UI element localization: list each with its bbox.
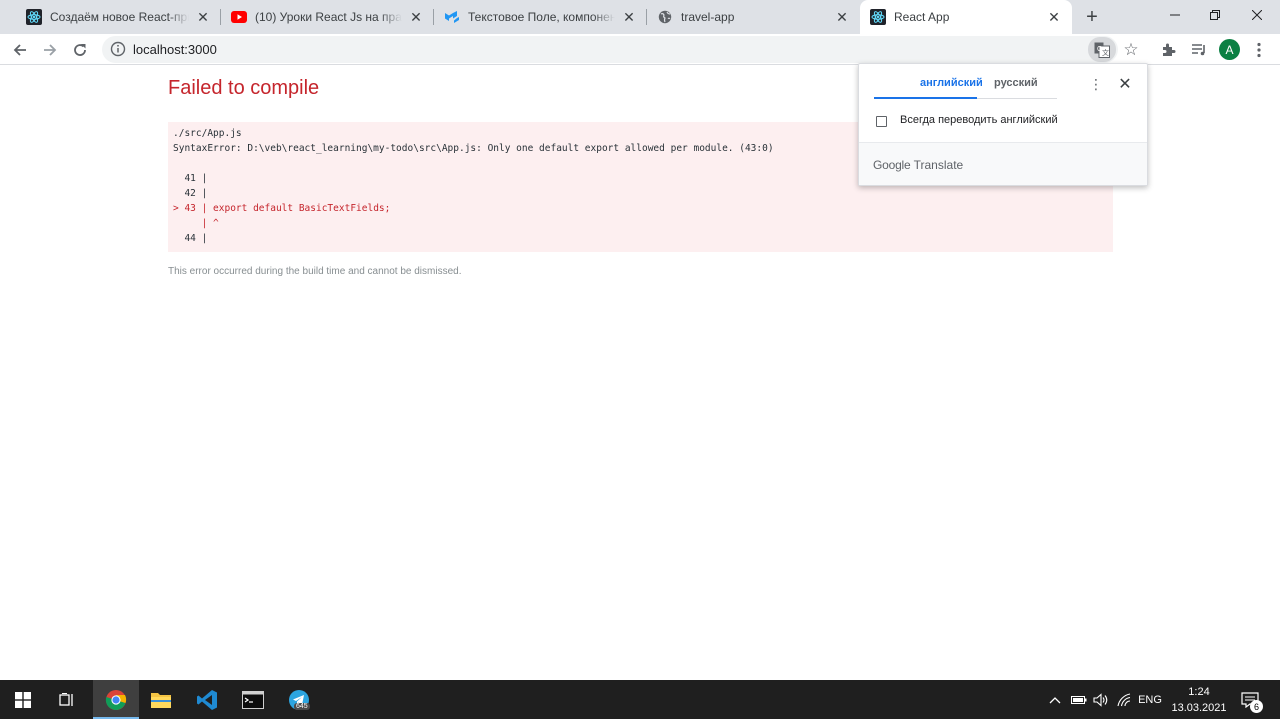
tab-title: travel-app — [681, 10, 735, 24]
clock-date: 13.03.2021 — [1171, 702, 1227, 714]
code-line-highlighted: > 43 | export default BasicTextFields; — [173, 201, 1108, 216]
react-docs-icon — [26, 9, 42, 25]
extensions-puzzle-icon[interactable] — [1158, 39, 1180, 61]
reload-button[interactable] — [66, 36, 94, 64]
restore-button[interactable] — [1192, 0, 1238, 30]
line-code: export default BasicTextFields; — [213, 203, 391, 214]
tab-title: Создаём новое React-прилож — [50, 10, 189, 24]
restore-icon — [1210, 10, 1220, 20]
line-gutter: 41 | — [173, 173, 214, 184]
close-tab-icon[interactable]: ✕ — [195, 9, 211, 25]
line-gutter: 42 | — [173, 188, 214, 199]
tab-material-ui[interactable]: Текстовое Поле, компонент R ✕ — [434, 0, 647, 34]
youtube-icon — [231, 9, 247, 25]
taskbar-terminal[interactable] — [230, 680, 276, 719]
clock[interactable]: 1:24 13.03.2021 — [1168, 684, 1230, 716]
windows-taskbar: 645 ENG 1:24 13.03.2021 6 — [0, 680, 1280, 719]
battery-icon[interactable] — [1068, 680, 1090, 719]
taskbar-file-explorer[interactable] — [138, 680, 184, 719]
show-hidden-icons-chevron-up-icon[interactable] — [1046, 680, 1064, 719]
media-queue-icon[interactable] — [1188, 39, 1210, 61]
tab-strip: Создаём новое React-прилож ✕ (10) Уроки … — [0, 0, 1280, 34]
code-line: 42 | — [173, 186, 1108, 201]
translate-popup: английский русский ⋮ ✕ Всегда переводить… — [858, 63, 1148, 186]
minimize-icon — [1170, 14, 1180, 16]
tab-target-language[interactable]: русский — [994, 77, 1038, 89]
more-options-icon[interactable]: ⋮ — [1089, 76, 1103, 92]
tab-react-docs[interactable]: Создаём новое React-прилож ✕ — [8, 0, 221, 34]
tab-divider — [977, 98, 1057, 99]
arrow-right-icon — [44, 44, 57, 56]
tab-title: React App — [894, 10, 950, 24]
code-line-caret: | ^ — [173, 216, 1108, 231]
brand-google: Google — [873, 158, 911, 172]
translate-icon: G文 — [1094, 42, 1110, 58]
translate-page-button[interactable]: G文 — [1088, 37, 1116, 62]
globe-icon — [657, 9, 673, 25]
task-view-button[interactable] — [44, 680, 90, 719]
menu-kebab-icon[interactable] — [1248, 39, 1270, 61]
material-ui-icon — [444, 9, 460, 25]
bookmark-star-icon[interactable]: ☆ — [1121, 40, 1141, 60]
forward-button[interactable] — [36, 36, 64, 64]
chrome-icon — [105, 689, 127, 710]
notification-count-badge: 6 — [1250, 700, 1263, 713]
react-icon — [870, 9, 886, 25]
telegram-unread-badge: 645 — [294, 703, 310, 710]
wifi-icon[interactable] — [1114, 680, 1136, 719]
start-button[interactable] — [0, 680, 46, 719]
svg-text:文: 文 — [1102, 48, 1109, 57]
always-translate-checkbox[interactable] — [876, 116, 887, 127]
task-view-icon — [59, 692, 73, 706]
code-line: 44 | — [173, 231, 1108, 246]
google-translate-brand: Google Translate — [873, 158, 963, 172]
address-bar[interactable]: localhost:3000 G文 — [102, 36, 1118, 63]
tab-react-app[interactable]: React App ✕ — [860, 0, 1072, 34]
active-tab-underline — [874, 97, 977, 99]
info-icon[interactable] — [110, 41, 126, 57]
volume-icon[interactable] — [1090, 680, 1112, 719]
error-title: Failed to compile — [168, 77, 320, 99]
close-window-button[interactable] — [1234, 0, 1280, 30]
tab-youtube[interactable]: (10) Уроки React Js на практи ✕ — [221, 0, 434, 34]
file-explorer-icon — [151, 692, 171, 708]
always-translate-label[interactable]: Всегда переводить английский — [900, 114, 1058, 126]
line-gutter: > 43 | — [173, 203, 214, 214]
vscode-icon — [197, 689, 217, 710]
close-tab-icon[interactable]: ✕ — [1046, 9, 1062, 25]
line-gutter: 44 | — [173, 233, 214, 244]
input-language[interactable]: ENG — [1137, 680, 1163, 719]
error-note: This error occurred during the build tim… — [168, 266, 462, 277]
new-tab-button[interactable]: + — [1080, 5, 1104, 29]
brand-translate: Translate — [913, 158, 964, 172]
url-text[interactable]: localhost:3000 — [133, 42, 217, 57]
reload-icon — [74, 44, 86, 56]
close-popup-icon[interactable]: ✕ — [1116, 75, 1134, 93]
tab-source-language[interactable]: английский — [920, 77, 983, 89]
terminal-icon — [242, 690, 264, 709]
popup-footer: Google Translate — [859, 143, 1147, 185]
windows-logo-icon — [15, 691, 31, 708]
close-tab-icon[interactable]: ✕ — [408, 9, 424, 25]
close-icon — [1252, 10, 1262, 20]
taskbar-vscode[interactable] — [184, 680, 230, 719]
action-center-icon[interactable] — [1236, 680, 1264, 719]
taskbar-telegram[interactable] — [276, 680, 322, 719]
close-tab-icon[interactable]: ✕ — [621, 9, 637, 25]
toolbar: localhost:3000 G文 ☆ A — [0, 34, 1280, 65]
clock-time: 1:24 — [1188, 686, 1210, 698]
tab-title: (10) Уроки React Js на практи — [255, 10, 402, 24]
arrow-left-icon — [13, 44, 26, 56]
tab-title: Текстовое Поле, компонент R — [468, 10, 615, 24]
back-button[interactable] — [6, 36, 34, 64]
profile-avatar[interactable]: A — [1219, 39, 1240, 60]
line-code: ^ — [213, 218, 219, 229]
close-tab-icon[interactable]: ✕ — [834, 9, 850, 25]
line-gutter: | — [173, 218, 214, 229]
tab-travel-app[interactable]: travel-app ✕ — [647, 0, 860, 34]
taskbar-chrome[interactable] — [93, 680, 139, 719]
